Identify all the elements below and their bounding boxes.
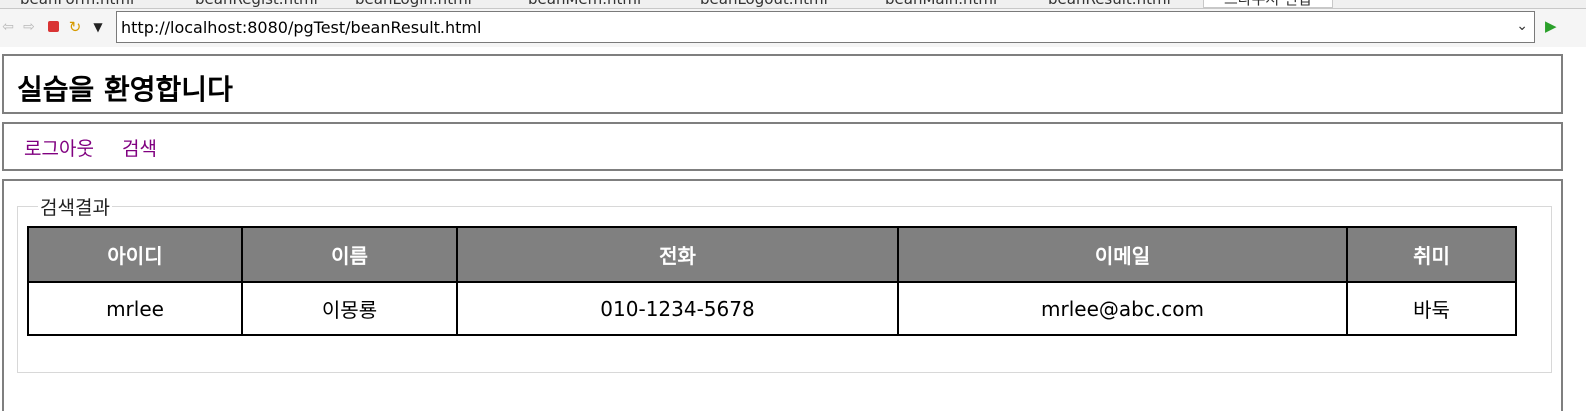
editor-tab[interactable]: beanMem.html	[528, 0, 641, 8]
main-frame: 검색결과 아이디 이름 전화 이메일 취미 mrlee 이몽룡 010-1234…	[2, 179, 1563, 411]
editor-tab[interactable]: beanRegist.html	[195, 0, 318, 8]
logout-link[interactable]: 로그아웃	[24, 134, 94, 161]
cell-hobby: 바둑	[1346, 281, 1517, 336]
search-link[interactable]: 검색	[122, 134, 157, 161]
result-table: 아이디 이름 전화 이메일 취미 mrlee 이몽룡 010-1234-5678…	[27, 226, 1517, 336]
go-icon[interactable]: ▶	[1545, 17, 1557, 35]
table-row: mrlee 이몽룡 010-1234-5678 mrlee@abc.com 바둑	[27, 281, 1517, 336]
editor-tab[interactable]: beanLogin.html	[355, 0, 472, 8]
column-header-id: 아이디	[27, 226, 243, 283]
column-header-phone: 전화	[456, 226, 899, 283]
editor-tab-active[interactable]: 브라우저 편집	[1203, 0, 1333, 8]
search-result-legend: 검색결과	[40, 197, 110, 219]
forward-arrow-icon[interactable]: ⇨	[21, 18, 37, 36]
cell-phone: 010-1234-5678	[456, 281, 899, 336]
menu-frame: 로그아웃 검색	[2, 122, 1563, 171]
table-header-row: 아이디 이름 전화 이메일 취미	[27, 226, 1517, 283]
refresh-icon[interactable]: ↻	[67, 18, 83, 36]
dropdown-icon[interactable]: ▼	[90, 18, 106, 36]
cell-id: mrlee	[27, 281, 243, 336]
url-input[interactable]	[117, 12, 1497, 42]
editor-tab[interactable]: beanMain.html	[885, 0, 997, 8]
page-title: 실습을 환영합니다	[17, 73, 233, 106]
stop-icon[interactable]	[46, 18, 62, 36]
back-arrow-icon[interactable]: ⇦	[0, 18, 16, 36]
address-bar[interactable]: ⌄	[116, 11, 1535, 43]
browser-toolbar: ⇦ ⇨ ↻ ▼ ⌄ ▶	[0, 9, 1586, 47]
editor-tab[interactable]: beanLogout.html	[700, 0, 828, 8]
editor-tab[interactable]: beanForm.html	[20, 0, 134, 8]
column-header-name: 이름	[241, 226, 458, 283]
column-header-hobby: 취미	[1346, 226, 1517, 283]
cell-email: mrlee@abc.com	[897, 281, 1348, 336]
editor-tab[interactable]: beanResult.html	[1048, 0, 1171, 8]
header-frame: 실습을 환영합니다	[2, 54, 1563, 114]
editor-tab-strip: beanForm.html beanRegist.html beanLogin.…	[0, 0, 1586, 9]
cell-name: 이몽룡	[241, 281, 458, 336]
chevron-down-icon[interactable]: ⌄	[1516, 18, 1528, 34]
column-header-email: 이메일	[897, 226, 1348, 283]
